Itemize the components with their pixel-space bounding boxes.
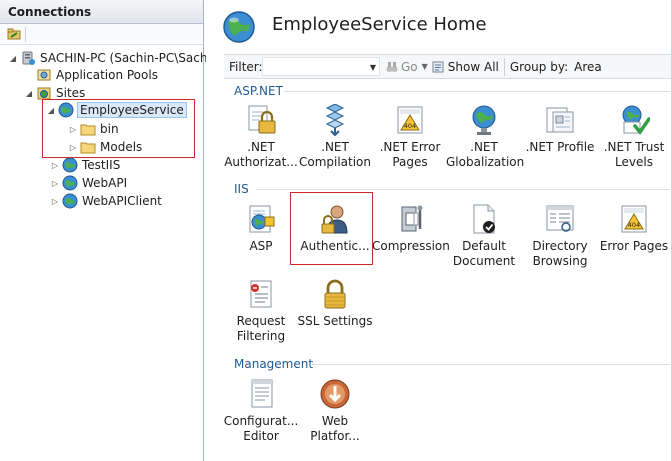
connections-header: Connections [0,0,203,24]
asp-icon [249,205,275,233]
feature-default-document[interactable]: Default Document [446,203,522,269]
filter-label: Filter: [229,59,263,74]
tree-node-label: WebAPI [82,176,128,190]
section-heading-iis: IIS [234,182,249,196]
globe-icon [62,175,78,191]
trust-check-icon [622,105,650,135]
feature-asp[interactable]: ASP [223,203,299,254]
highlight-box [42,99,195,158]
toolbar-separator [25,27,26,42]
lock-icon [248,105,276,134]
go-button[interactable]: Go [386,60,418,74]
feature-label: .NET Profile [525,140,595,154]
go-label: Go [401,59,418,74]
feature-web-platform[interactable]: Web Platfor... [297,378,373,444]
tree-node-server[interactable]: ◢ SACHIN-PC (Sachin-PC\Sachin) [8,49,223,67]
feature-request-filtering[interactable]: Request Filtering [223,278,299,344]
profile-icon [546,107,574,133]
binoculars-icon [386,61,398,72]
feature-label: .NET Authorizat... [224,140,298,169]
section-heading-management: Management [234,357,314,371]
error-404-icon: 404 [397,106,423,134]
web-platform-icon [320,379,350,409]
filter-bar: Filter: ▼ Go ▼ Show All Group by: Area [224,54,672,79]
padlock-icon [324,279,346,309]
show-all-label: Show All [447,59,499,74]
feature-net-error-pages[interactable]: 404 .NET Error Pages [372,104,448,170]
globe-icon [62,193,78,209]
connect-icon[interactable] [7,27,21,40]
page-title: EmployeeService Home [272,14,487,35]
feature-net-compilation[interactable]: .NET Compilation [297,104,373,170]
section-divider [284,91,670,92]
tree-node-webapi[interactable]: ▷ WebAPI [50,174,127,192]
tree-node-label: Application Pools [56,68,158,82]
chevron-down-icon[interactable]: ▼ [370,63,376,72]
clamp-icon [401,205,423,232]
feature-configuration-editor[interactable]: Configurat... Editor [223,378,299,444]
feature-view: EmployeeService Home Filter: ▼ Go ▼ Show… [206,0,672,461]
compile-icon [325,104,345,136]
globe-icon [223,11,255,43]
expand-arrow-icon[interactable]: ▷ [50,179,60,188]
svg-text:404: 404 [628,221,640,229]
connections-pane: Connections ◢ SACHIN-PC (Sachin-PC\Sachi… [0,0,223,461]
feature-label: Compression [372,239,450,253]
feature-label: Request Filtering [236,314,286,343]
chevron-down-icon[interactable]: ▼ [422,62,428,71]
feature-label: Web Platfor... [310,414,360,443]
feature-label: Configurat... Editor [223,414,299,443]
tree-node-label: WebAPIClient [82,194,162,208]
connections-toolbar [0,24,203,45]
server-icon [22,51,35,65]
directory-icon [546,205,574,232]
feature-label: Default Document [452,239,516,268]
feature-compression[interactable]: Compression [372,203,450,254]
feature-label: .NET Trust Levels [603,140,665,169]
filter-input[interactable]: ▼ [262,57,380,76]
section-divider [312,364,670,365]
feature-net-trust-levels[interactable]: .NET Trust Levels [596,104,672,170]
expand-arrow-icon[interactable]: ▷ [50,161,60,170]
feature-ssl-settings[interactable]: SSL Settings [297,278,373,329]
feature-net-authorization[interactable]: .NET Authorizat... [223,104,299,170]
show-all-button[interactable]: Show All [432,60,499,74]
feature-net-profile[interactable]: .NET Profile [522,104,598,155]
feature-label: Error Pages [599,239,669,253]
feature-label: ASP [249,239,273,253]
expand-arrow-icon[interactable]: ▷ [50,197,60,206]
feature-label: SSL Settings [297,314,373,328]
tree-node-label: Sites [56,86,86,100]
collapse-arrow-icon[interactable]: ◢ [8,54,18,63]
feature-net-globalization[interactable]: .NET Globalization [446,104,525,170]
feature-error-pages[interactable]: 404 Error Pages [596,203,672,254]
group-by-select[interactable]: Area [574,60,636,74]
globe-icon [472,105,496,135]
collapse-arrow-icon[interactable]: ◢ [24,89,34,98]
filter-list-icon [250,280,272,308]
tree-node-label: SACHIN-PC (Sachin-PC\Sachin) [40,51,224,65]
app-pool-icon [37,69,51,81]
tree-node-testiis[interactable]: ▷ TestIIS [50,156,120,174]
document-check-icon [473,204,495,234]
section-heading-aspnet: ASP.NET [234,84,283,98]
error-404-icon: 404 [621,205,647,233]
feature-directory-browsing[interactable]: Directory Browsing [522,203,598,269]
toolbar-separator [503,57,505,76]
tree-node-webapiclient[interactable]: ▷ WebAPIClient [50,192,162,210]
config-editor-icon [251,379,273,408]
tree-node-label: TestIIS [82,158,121,172]
section-divider [256,189,670,190]
feature-label: .NET Globalization [446,140,525,169]
svg-text:404: 404 [404,122,416,130]
group-by-label: Group by: [509,59,569,74]
feature-label: .NET Compilation [298,140,372,169]
globe-icon [62,157,78,173]
tree-node-app-pools[interactable]: Application Pools [36,66,158,84]
feature-label: Directory Browsing [532,239,588,268]
feature-label: .NET Error Pages [379,140,441,169]
highlight-box [290,192,373,265]
show-all-icon [432,61,444,73]
